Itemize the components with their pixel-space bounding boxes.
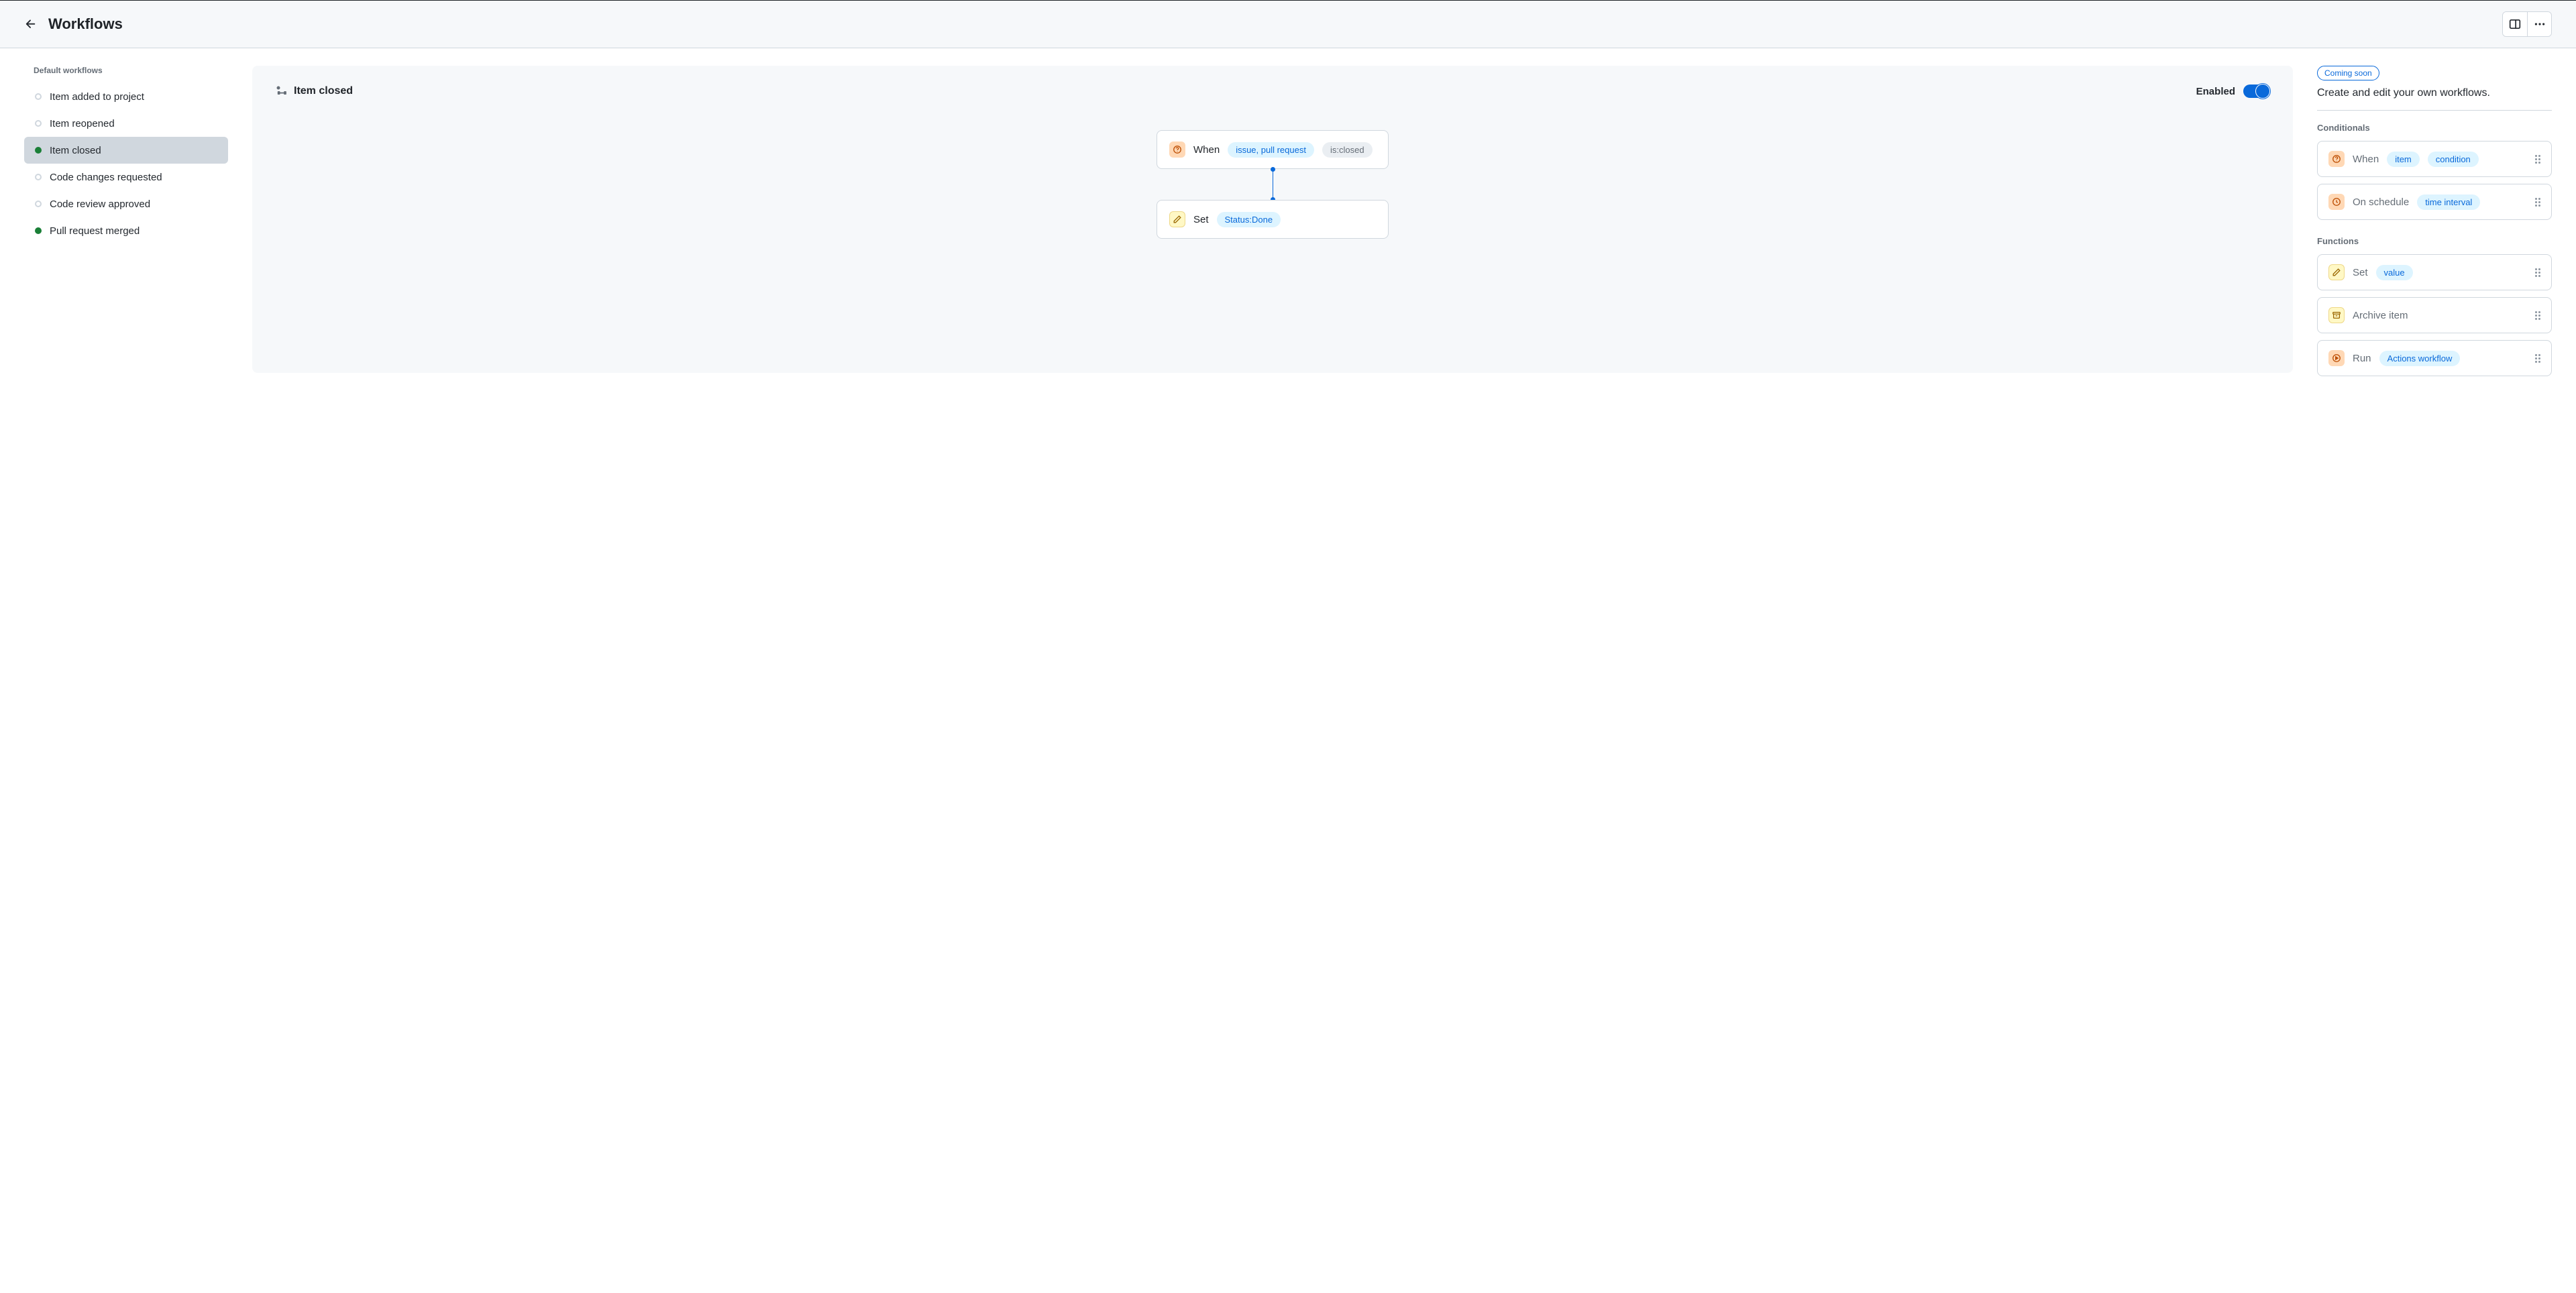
drag-handle-icon — [2535, 198, 2540, 207]
panel-icon — [2509, 18, 2521, 30]
palette-item-label: Set — [2353, 267, 2368, 278]
palette-item[interactable]: When item condition — [2317, 141, 2552, 177]
enabled-toggle[interactable] — [2243, 85, 2270, 98]
status-dot — [35, 174, 42, 180]
palette-item-label: Archive item — [2353, 310, 2408, 321]
sidebar-heading: Default workflows — [24, 66, 228, 75]
more-button[interactable] — [2527, 12, 2551, 36]
functions-group: Set value Archive item Run Actions workflow — [2317, 254, 2552, 376]
sidebar-item[interactable]: Pull request merged — [24, 217, 228, 244]
canvas-title-group: Item closed — [275, 85, 353, 98]
palette-item-label: On schedule — [2353, 196, 2409, 208]
palette-pill: time interval — [2417, 194, 2480, 210]
panel-button[interactable] — [2503, 12, 2527, 36]
palette-item-label: Run — [2353, 353, 2371, 364]
enabled-label: Enabled — [2196, 86, 2235, 97]
canvas-right: Enabled — [2196, 85, 2270, 98]
content: Default workflows Item added to projectI… — [0, 48, 2576, 410]
coming-soon-badge: Coming soon — [2317, 66, 2379, 80]
divider — [2317, 110, 2552, 111]
workflow-icon — [275, 85, 288, 98]
pencil-icon — [2328, 264, 2345, 280]
sidebar-item[interactable]: Item added to project — [24, 83, 228, 110]
top-bar-left: Workflows — [24, 15, 123, 33]
functions-heading: Functions — [2317, 236, 2552, 246]
arrow-left-icon — [24, 17, 38, 31]
pencil-icon — [1169, 211, 1185, 227]
sidebar-item-label: Code changes requested — [50, 172, 162, 183]
sidebar-item-label: Item reopened — [50, 118, 115, 129]
palette-item-label: When — [2353, 154, 2379, 165]
when-pill-filter: is:closed — [1322, 142, 1373, 158]
palette-item[interactable]: On schedule time interval — [2317, 184, 2552, 220]
sidebar-item-label: Item added to project — [50, 91, 144, 103]
set-label: Set — [1193, 214, 1209, 225]
sidebar-item-label: Code review approved — [50, 199, 150, 210]
sidebar-item-label: Pull request merged — [50, 225, 140, 237]
sidebar-item[interactable]: Item reopened — [24, 110, 228, 137]
play-icon — [2328, 350, 2345, 366]
when-pill-items: issue, pull request — [1228, 142, 1314, 158]
workflow-canvas: Item closed Enabled When issue, pull req… — [252, 66, 2293, 373]
canvas-title: Item closed — [294, 85, 353, 97]
toggle-knob — [2255, 84, 2270, 99]
set-node[interactable]: Set Status:Done — [1157, 200, 1389, 239]
when-node[interactable]: When issue, pull request is:closed — [1157, 130, 1389, 169]
status-dot — [35, 201, 42, 207]
status-dot — [35, 147, 42, 154]
palette-pill: condition — [2428, 152, 2479, 167]
status-dot — [35, 227, 42, 234]
status-dot — [35, 93, 42, 100]
palette-item[interactable]: Archive item — [2317, 297, 2552, 333]
status-dot — [35, 120, 42, 127]
set-pill-value: Status:Done — [1217, 212, 1281, 227]
sidebar: Default workflows Item added to projectI… — [24, 66, 228, 244]
sidebar-list: Item added to project Item reopened Item c… — [24, 83, 228, 244]
back-button[interactable] — [24, 17, 38, 31]
palette-pill: Actions workflow — [2379, 351, 2461, 366]
when-label: When — [1193, 144, 1220, 156]
drag-handle-icon — [2535, 155, 2540, 164]
top-bar-right — [2502, 11, 2552, 37]
clock-icon — [2328, 194, 2345, 210]
palette-pill: value — [2376, 265, 2413, 280]
drag-handle-icon — [2535, 354, 2540, 363]
page-title: Workflows — [48, 15, 123, 33]
palette-item[interactable]: Set value — [2317, 254, 2552, 290]
palette-item[interactable]: Run Actions workflow — [2317, 340, 2552, 376]
palette-description: Create and edit your own workflows. — [2317, 87, 2552, 99]
canvas-header: Item closed Enabled — [275, 85, 2270, 98]
palette: Coming soon Create and edit your own wor… — [2317, 66, 2552, 392]
sidebar-item[interactable]: Code changes requested — [24, 164, 228, 190]
sidebar-item[interactable]: Code review approved — [24, 190, 228, 217]
drag-handle-icon — [2535, 268, 2540, 277]
flow: When issue, pull request is:closed Set S… — [275, 130, 2270, 239]
top-bar: Workflows — [0, 0, 2576, 48]
question-icon — [1169, 142, 1185, 158]
archive-icon — [2328, 307, 2345, 323]
palette-pill: item — [2387, 152, 2420, 167]
sidebar-item-label: Item closed — [50, 145, 101, 156]
kebab-icon — [2534, 18, 2546, 30]
question-icon — [2328, 151, 2345, 167]
sidebar-item[interactable]: Item closed — [24, 137, 228, 164]
drag-handle-icon — [2535, 311, 2540, 320]
conditionals-group: When item condition On schedule time interva… — [2317, 141, 2552, 220]
conditionals-heading: Conditionals — [2317, 123, 2552, 133]
